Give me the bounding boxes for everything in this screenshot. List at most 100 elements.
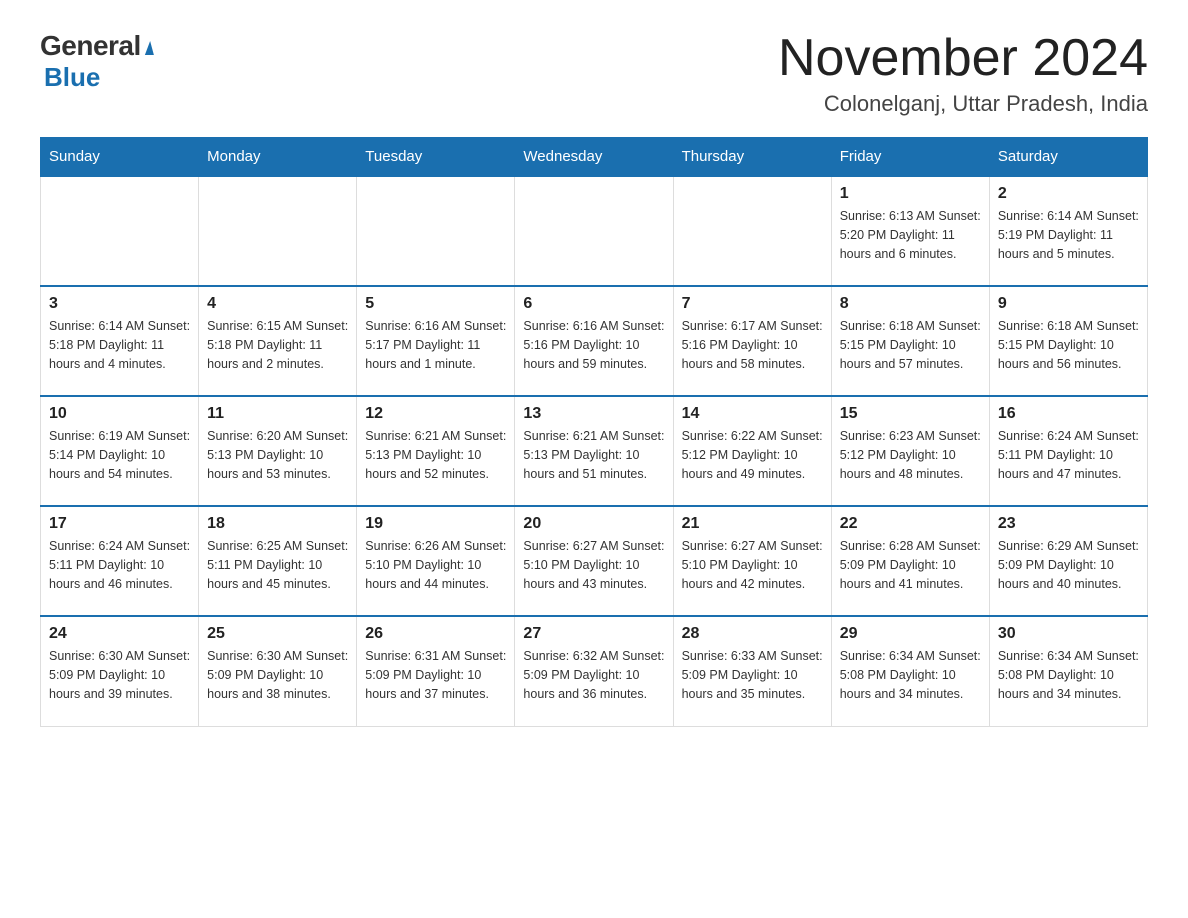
logo-blue-text: Blue <box>44 62 100 92</box>
calendar-header: SundayMondayTuesdayWednesdayThursdayFrid… <box>41 138 1148 177</box>
calendar-week-row: 24 Sunrise: 6:30 AM Sunset: 5:09 PM Dayli… <box>41 616 1148 726</box>
day-number: 25 <box>207 625 348 643</box>
day-number: 15 <box>840 405 981 423</box>
calendar-cell: 17 Sunrise: 6:24 AM Sunset: 5:11 PM Dayli… <box>41 506 199 616</box>
day-number: 22 <box>840 515 981 533</box>
calendar-body: 1 Sunrise: 6:13 AM Sunset: 5:20 PM Daylig… <box>41 176 1148 726</box>
day-info: Sunrise: 6:27 AM Sunset: 5:10 PM Dayligh… <box>523 537 664 593</box>
calendar-cell: 10 Sunrise: 6:19 AM Sunset: 5:14 PM Dayli… <box>41 396 199 506</box>
calendar-cell: 3 Sunrise: 6:14 AM Sunset: 5:18 PM Daylig… <box>41 286 199 396</box>
logo-general-text: General <box>40 30 141 62</box>
calendar-cell: 6Sunrise: 6:16 AM Sunset: 5:16 PM Daylig… <box>515 286 673 396</box>
day-number: 19 <box>365 515 506 533</box>
day-info: Sunrise: 6:23 AM Sunset: 5:12 PM Dayligh… <box>840 427 981 483</box>
calendar-week-row: 17 Sunrise: 6:24 AM Sunset: 5:11 PM Dayli… <box>41 506 1148 616</box>
day-number: 14 <box>682 405 823 423</box>
day-number: 26 <box>365 625 506 643</box>
calendar-cell <box>515 176 673 286</box>
day-number: 23 <box>998 515 1139 533</box>
day-number: 24 <box>49 625 190 643</box>
day-info: Sunrise: 6:32 AM Sunset: 5:09 PM Dayligh… <box>523 647 664 703</box>
day-info: Sunrise: 6:21 AM Sunset: 5:13 PM Dayligh… <box>523 427 664 483</box>
day-info: Sunrise: 6:13 AM Sunset: 5:20 PM Dayligh… <box>840 207 981 263</box>
day-info: Sunrise: 6:31 AM Sunset: 5:09 PM Dayligh… <box>365 647 506 703</box>
month-title: November 2024 <box>778 30 1148 87</box>
calendar-cell: 11 Sunrise: 6:20 AM Sunset: 5:13 PM Dayli… <box>199 396 357 506</box>
weekday-header-row: SundayMondayTuesdayWednesdayThursdayFrid… <box>41 138 1148 177</box>
day-info: Sunrise: 6:14 AM Sunset: 5:19 PM Dayligh… <box>998 207 1139 263</box>
day-number: 18 <box>207 515 348 533</box>
calendar-table: SundayMondayTuesdayWednesdayThursdayFrid… <box>40 137 1148 727</box>
calendar-cell: 27Sunrise: 6:32 AM Sunset: 5:09 PM Dayli… <box>515 616 673 726</box>
day-number: 20 <box>523 515 664 533</box>
day-info: Sunrise: 6:14 AM Sunset: 5:18 PM Dayligh… <box>49 317 190 373</box>
weekday-header-saturday: Saturday <box>989 138 1147 177</box>
calendar-cell <box>199 176 357 286</box>
calendar-cell: 7 Sunrise: 6:17 AM Sunset: 5:16 PM Daylig… <box>673 286 831 396</box>
day-number: 28 <box>682 625 823 643</box>
day-number: 13 <box>523 405 664 423</box>
day-number: 7 <box>682 295 823 313</box>
day-number: 11 <box>207 405 348 423</box>
logo: General <box>40 30 152 62</box>
day-info: Sunrise: 6:28 AM Sunset: 5:09 PM Dayligh… <box>840 537 981 593</box>
day-number: 10 <box>49 405 190 423</box>
day-info: Sunrise: 6:19 AM Sunset: 5:14 PM Dayligh… <box>49 427 190 483</box>
day-number: 30 <box>998 625 1139 643</box>
weekday-header-sunday: Sunday <box>41 138 199 177</box>
calendar-cell: 15 Sunrise: 6:23 AM Sunset: 5:12 PM Dayli… <box>831 396 989 506</box>
calendar-cell: 2Sunrise: 6:14 AM Sunset: 5:19 PM Daylig… <box>989 176 1147 286</box>
day-info: Sunrise: 6:33 AM Sunset: 5:09 PM Dayligh… <box>682 647 823 703</box>
day-info: Sunrise: 6:17 AM Sunset: 5:16 PM Dayligh… <box>682 317 823 373</box>
day-info: Sunrise: 6:34 AM Sunset: 5:08 PM Dayligh… <box>998 647 1139 703</box>
day-info: Sunrise: 6:30 AM Sunset: 5:09 PM Dayligh… <box>207 647 348 703</box>
title-area: November 2024 Colonelganj, Uttar Pradesh… <box>778 30 1148 117</box>
calendar-cell: 21Sunrise: 6:27 AM Sunset: 5:10 PM Dayli… <box>673 506 831 616</box>
day-number: 5 <box>365 295 506 313</box>
day-info: Sunrise: 6:20 AM Sunset: 5:13 PM Dayligh… <box>207 427 348 483</box>
calendar-cell: 20 Sunrise: 6:27 AM Sunset: 5:10 PM Dayli… <box>515 506 673 616</box>
day-number: 17 <box>49 515 190 533</box>
calendar-cell: 24 Sunrise: 6:30 AM Sunset: 5:09 PM Dayli… <box>41 616 199 726</box>
calendar-cell: 18 Sunrise: 6:25 AM Sunset: 5:11 PM Dayli… <box>199 506 357 616</box>
day-info: Sunrise: 6:21 AM Sunset: 5:13 PM Dayligh… <box>365 427 506 483</box>
calendar-cell: 1 Sunrise: 6:13 AM Sunset: 5:20 PM Daylig… <box>831 176 989 286</box>
calendar-cell: 23 Sunrise: 6:29 AM Sunset: 5:09 PM Dayli… <box>989 506 1147 616</box>
calendar-cell: 5Sunrise: 6:16 AM Sunset: 5:17 PM Daylig… <box>357 286 515 396</box>
day-info: Sunrise: 6:22 AM Sunset: 5:12 PM Dayligh… <box>682 427 823 483</box>
logo-triangle-icon <box>141 41 154 55</box>
day-number: 8 <box>840 295 981 313</box>
day-number: 3 <box>49 295 190 313</box>
day-info: Sunrise: 6:25 AM Sunset: 5:11 PM Dayligh… <box>207 537 348 593</box>
day-number: 1 <box>840 185 981 203</box>
day-info: Sunrise: 6:24 AM Sunset: 5:11 PM Dayligh… <box>49 537 190 593</box>
weekday-header-thursday: Thursday <box>673 138 831 177</box>
weekday-header-wednesday: Wednesday <box>515 138 673 177</box>
day-info: Sunrise: 6:15 AM Sunset: 5:18 PM Dayligh… <box>207 317 348 373</box>
calendar-cell: 13 Sunrise: 6:21 AM Sunset: 5:13 PM Dayli… <box>515 396 673 506</box>
page-header: General Blue November 2024 Colonelganj, … <box>40 30 1148 117</box>
day-number: 21 <box>682 515 823 533</box>
calendar-cell: 4 Sunrise: 6:15 AM Sunset: 5:18 PM Daylig… <box>199 286 357 396</box>
calendar-week-row: 3 Sunrise: 6:14 AM Sunset: 5:18 PM Daylig… <box>41 286 1148 396</box>
day-info: Sunrise: 6:24 AM Sunset: 5:11 PM Dayligh… <box>998 427 1139 483</box>
calendar-cell: 30 Sunrise: 6:34 AM Sunset: 5:08 PM Dayli… <box>989 616 1147 726</box>
day-info: Sunrise: 6:18 AM Sunset: 5:15 PM Dayligh… <box>998 317 1139 373</box>
calendar-cell: 28 Sunrise: 6:33 AM Sunset: 5:09 PM Dayli… <box>673 616 831 726</box>
calendar-week-row: 10 Sunrise: 6:19 AM Sunset: 5:14 PM Dayli… <box>41 396 1148 506</box>
calendar-cell: 25 Sunrise: 6:30 AM Sunset: 5:09 PM Dayli… <box>199 616 357 726</box>
day-info: Sunrise: 6:26 AM Sunset: 5:10 PM Dayligh… <box>365 537 506 593</box>
day-number: 29 <box>840 625 981 643</box>
day-number: 4 <box>207 295 348 313</box>
calendar-cell <box>41 176 199 286</box>
weekday-header-friday: Friday <box>831 138 989 177</box>
weekday-header-monday: Monday <box>199 138 357 177</box>
day-number: 12 <box>365 405 506 423</box>
day-info: Sunrise: 6:29 AM Sunset: 5:09 PM Dayligh… <box>998 537 1139 593</box>
calendar-week-row: 1 Sunrise: 6:13 AM Sunset: 5:20 PM Daylig… <box>41 176 1148 286</box>
calendar-cell: 26 Sunrise: 6:31 AM Sunset: 5:09 PM Dayli… <box>357 616 515 726</box>
day-info: Sunrise: 6:30 AM Sunset: 5:09 PM Dayligh… <box>49 647 190 703</box>
calendar-cell: 14 Sunrise: 6:22 AM Sunset: 5:12 PM Dayli… <box>673 396 831 506</box>
calendar-cell: 12 Sunrise: 6:21 AM Sunset: 5:13 PM Dayli… <box>357 396 515 506</box>
logo-blue-line: Blue <box>44 62 100 93</box>
